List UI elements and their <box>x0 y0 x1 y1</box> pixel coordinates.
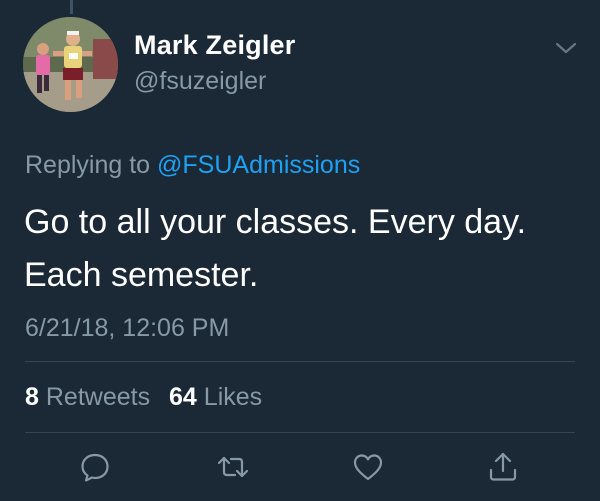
tweet-text: Go to all your classes. Every day. Each … <box>24 196 584 302</box>
author-handle[interactable]: @fsuzeigler <box>134 67 266 96</box>
tweet-stats: 8 Retweets 64 Likes <box>25 383 262 412</box>
tweet-line-2: Each semester. <box>24 256 259 294</box>
retweet-icon[interactable] <box>216 450 250 484</box>
avatar[interactable] <box>23 17 118 112</box>
mention-link[interactable]: @FSUAdmissions <box>157 151 360 179</box>
likes-label[interactable]: Likes <box>204 383 262 411</box>
likes-count[interactable]: 64 <box>169 383 197 411</box>
reply-icon[interactable] <box>78 450 112 484</box>
divider <box>25 432 575 433</box>
thread-line <box>70 0 73 14</box>
share-icon[interactable] <box>486 450 520 484</box>
replying-prefix: Replying to <box>25 151 151 179</box>
replying-to: Replying to @FSUAdmissions <box>25 151 360 180</box>
author-name[interactable]: Mark Zeigler <box>134 30 295 61</box>
retweets-count[interactable]: 8 <box>25 383 39 411</box>
timestamp: 6/21/18, 12:06 PM <box>25 314 230 342</box>
chevron-down-icon[interactable] <box>553 38 579 58</box>
tweet-line-1: Go to all your classes. Every day. <box>24 203 527 241</box>
divider <box>25 361 575 362</box>
retweets-label[interactable]: Retweets <box>46 383 150 411</box>
avatar-photo <box>23 17 118 112</box>
heart-icon[interactable] <box>351 450 385 484</box>
